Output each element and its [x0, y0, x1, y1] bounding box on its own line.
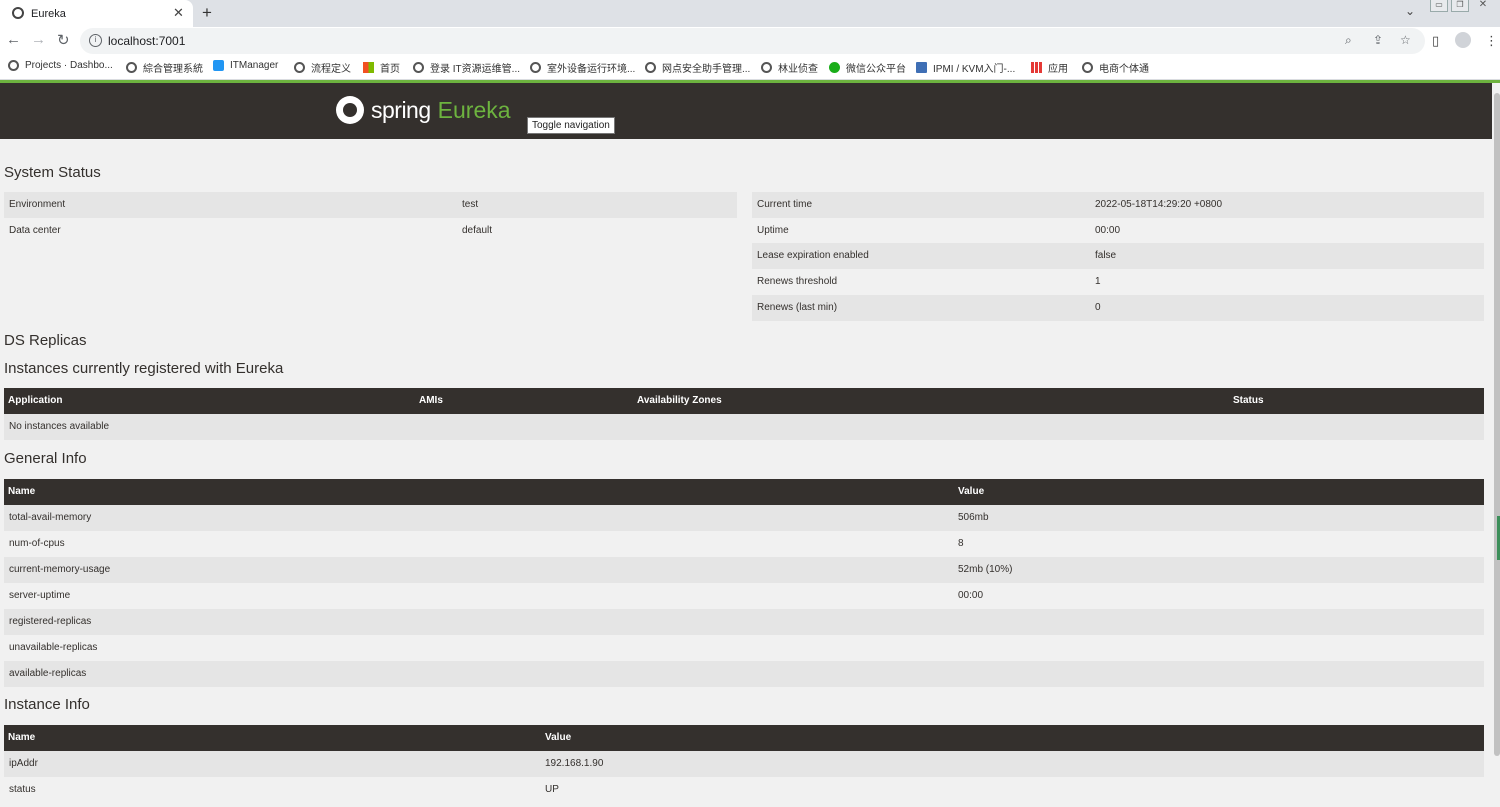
itmanager-icon	[213, 60, 224, 71]
status-row: Renews (last min) 0	[752, 295, 1484, 321]
bookmark-item[interactable]: ITManager	[213, 60, 278, 71]
side-panel-icon[interactable]: ▯	[1432, 33, 1439, 49]
apps-grid-icon	[1031, 62, 1042, 73]
browser-tab[interactable]: Eureka ✕	[0, 0, 193, 27]
column-header: Status	[1233, 395, 1264, 406]
instance-info-table-header: Name Value	[4, 725, 1484, 751]
globe-icon	[761, 62, 772, 73]
status-row: Renews threshold 1	[757, 276, 1101, 287]
bookmark-item[interactable]: 流程定义	[294, 60, 351, 75]
tab-title: Eureka	[31, 8, 66, 20]
sdg-icon	[916, 62, 927, 73]
bookmarks-bar: Projects · Dashbo... 綜合管理系統 ITManager 流程…	[0, 55, 1500, 80]
share-icon[interactable]: ⇪	[1373, 33, 1383, 47]
empty-message: No instances available	[9, 421, 110, 432]
table-row: ipAddr 192.168.1.90	[4, 751, 1484, 777]
info-icon[interactable]: i	[89, 34, 102, 47]
globe-icon	[12, 7, 24, 19]
status-row: Lease expiration enabled false	[752, 243, 1484, 269]
reload-icon[interactable]: ↻	[57, 31, 70, 49]
bookmark-item[interactable]: 网点安全助手管理...	[645, 60, 750, 75]
bookmark-item[interactable]: 林业侦查	[761, 60, 818, 75]
menu-dots-icon[interactable]: ⋮	[1485, 33, 1498, 49]
globe-icon	[530, 62, 541, 73]
table-row: total-avail-memory 506mb	[4, 505, 1484, 531]
forward-arrow-icon[interactable]: →	[31, 31, 46, 48]
bookmark-item[interactable]: 电商个体通	[1082, 60, 1149, 75]
windows-logo-icon	[363, 62, 374, 73]
table-row: status UP	[9, 784, 559, 795]
spring-leaf-icon	[336, 96, 364, 124]
zoom-icon[interactable]: ⌕	[1345, 33, 1352, 48]
star-icon[interactable]: ☆	[1400, 33, 1411, 47]
column-header: Name	[8, 732, 36, 743]
column-header: Name	[8, 486, 36, 497]
status-row: Current time 2022-05-18T14:29:20 +0800	[752, 192, 1484, 218]
browser-toolbar: ← → ↻ i localhost:7001 ⌕ ⇪ ☆ ▯ ⋮	[0, 27, 1500, 55]
status-row: Data center default	[9, 225, 493, 236]
column-header: Availability Zones	[637, 395, 722, 406]
browser-tab-bar: Eureka ✕ + ⌄ ▭ ❐ ✕	[0, 0, 1500, 27]
general-info-table-header: Name Value	[4, 479, 1484, 505]
close-window-icon[interactable]: ✕	[1474, 0, 1492, 12]
bookmark-item[interactable]: 綜合管理系統	[126, 60, 203, 75]
globe-icon	[1082, 62, 1093, 73]
column-header: Value	[545, 732, 572, 743]
table-row: available-replicas	[4, 661, 1484, 687]
bookmark-item[interactable]: 登录 IT资源运维管...	[413, 60, 520, 75]
bookmark-item[interactable]: Projects · Dashbo...	[8, 60, 113, 71]
restore-icon[interactable]: ❐	[1451, 0, 1469, 12]
table-row: registered-replicas	[4, 609, 1484, 635]
new-tab-icon[interactable]: +	[202, 3, 212, 23]
profile-avatar-icon[interactable]	[1455, 32, 1471, 48]
instances-heading: Instances currently registered with Eure…	[4, 360, 284, 377]
column-header: AMIs	[419, 395, 443, 406]
column-header: Application	[8, 395, 63, 406]
status-row: Uptime 00:00	[757, 225, 1121, 236]
bookmark-item[interactable]: 应用	[1031, 60, 1068, 75]
instance-info-heading: Instance Info	[4, 696, 90, 713]
globe-icon	[645, 62, 656, 73]
table-row: No instances available	[4, 414, 1484, 440]
scrollbar-thumb[interactable]	[1494, 93, 1500, 756]
spring-eureka-logo[interactable]: spring Eureka	[336, 96, 511, 124]
globe-icon	[8, 60, 19, 71]
general-info-heading: General Info	[4, 450, 87, 467]
globe-icon	[294, 62, 305, 73]
table-row: current-memory-usage 52mb (10%)	[4, 557, 1484, 583]
address-bar[interactable]: i localhost:7001 ⌕ ⇪ ☆	[80, 28, 1425, 54]
bookmark-item[interactable]: 首页	[363, 60, 400, 75]
column-header: Value	[958, 486, 985, 497]
brand-spring: spring	[371, 96, 431, 123]
toggle-navigation-button[interactable]: Toggle navigation	[527, 117, 615, 134]
eureka-navbar: spring Eureka Toggle navigation	[0, 83, 1492, 139]
minimize-icon[interactable]: ▭	[1430, 0, 1448, 12]
back-arrow-icon[interactable]: ←	[6, 31, 21, 48]
table-row: num-of-cpus 8	[9, 538, 964, 549]
system-status-heading: System Status	[4, 164, 101, 181]
table-row: server-uptime 00:00	[9, 590, 984, 601]
url-text: localhost:7001	[108, 34, 186, 48]
brand-eureka: Eureka	[437, 96, 511, 123]
bookmark-item[interactable]: 室外设备运行环境...	[530, 60, 635, 75]
chevron-down-icon[interactable]: ⌄	[1405, 4, 1415, 18]
ds-replicas-heading: DS Replicas	[4, 332, 87, 349]
globe-icon	[126, 62, 137, 73]
close-tab-icon[interactable]: ✕	[173, 5, 184, 21]
status-row: Environment test	[4, 192, 737, 218]
bookmark-item[interactable]: IPMI / KVM入门-...	[916, 60, 1015, 75]
bookmark-item[interactable]: 微信公众平台	[829, 60, 906, 75]
globe-icon	[413, 62, 424, 73]
table-row: unavailable-replicas	[9, 642, 98, 653]
wechat-icon	[829, 62, 840, 73]
instances-table-header: Application AMIs Availability Zones Stat…	[4, 388, 1484, 414]
